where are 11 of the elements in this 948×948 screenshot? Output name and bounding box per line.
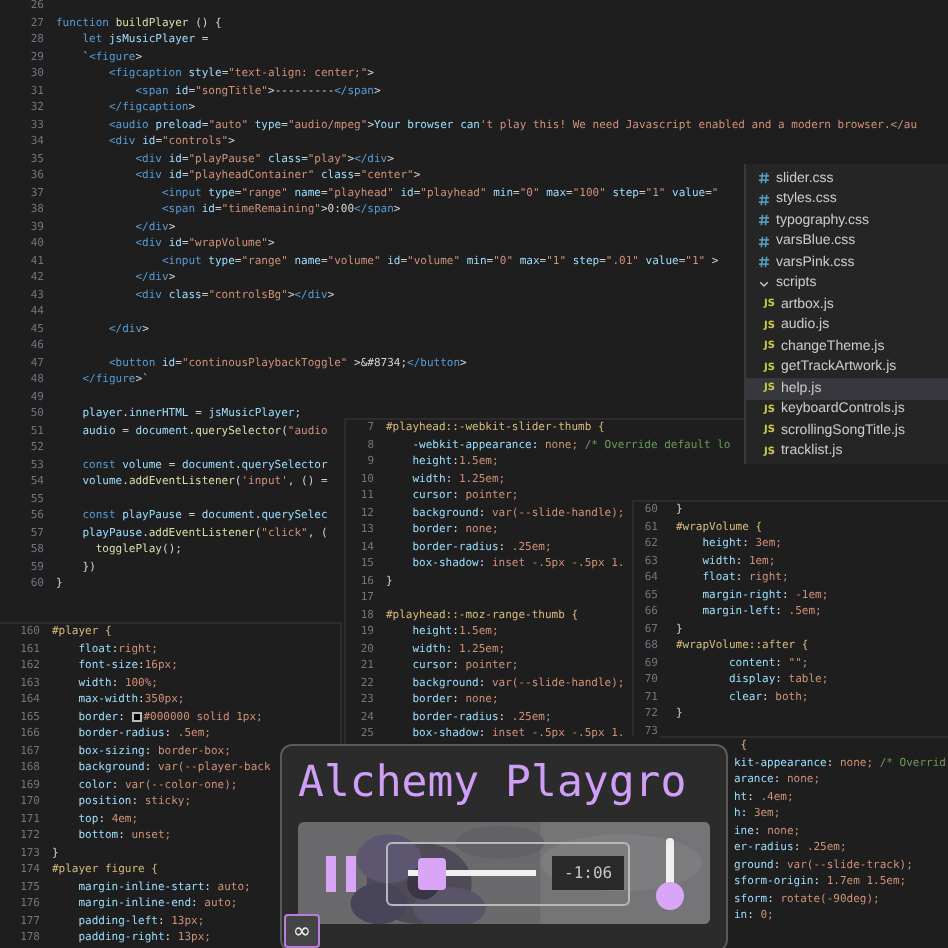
hash-icon	[758, 256, 770, 269]
pause-icon[interactable]	[322, 853, 362, 893]
loop-button[interactable]: ∞	[284, 914, 320, 948]
hash-icon	[758, 214, 770, 227]
playhead-slider[interactable]	[408, 857, 536, 889]
chevron-icon	[758, 277, 770, 290]
hash-icon	[758, 172, 770, 185]
hash-icon	[758, 193, 770, 206]
song-title: Alchemy Playgro	[298, 758, 689, 810]
time-remaining: -1:06	[552, 856, 625, 890]
hash-icon	[758, 235, 770, 248]
